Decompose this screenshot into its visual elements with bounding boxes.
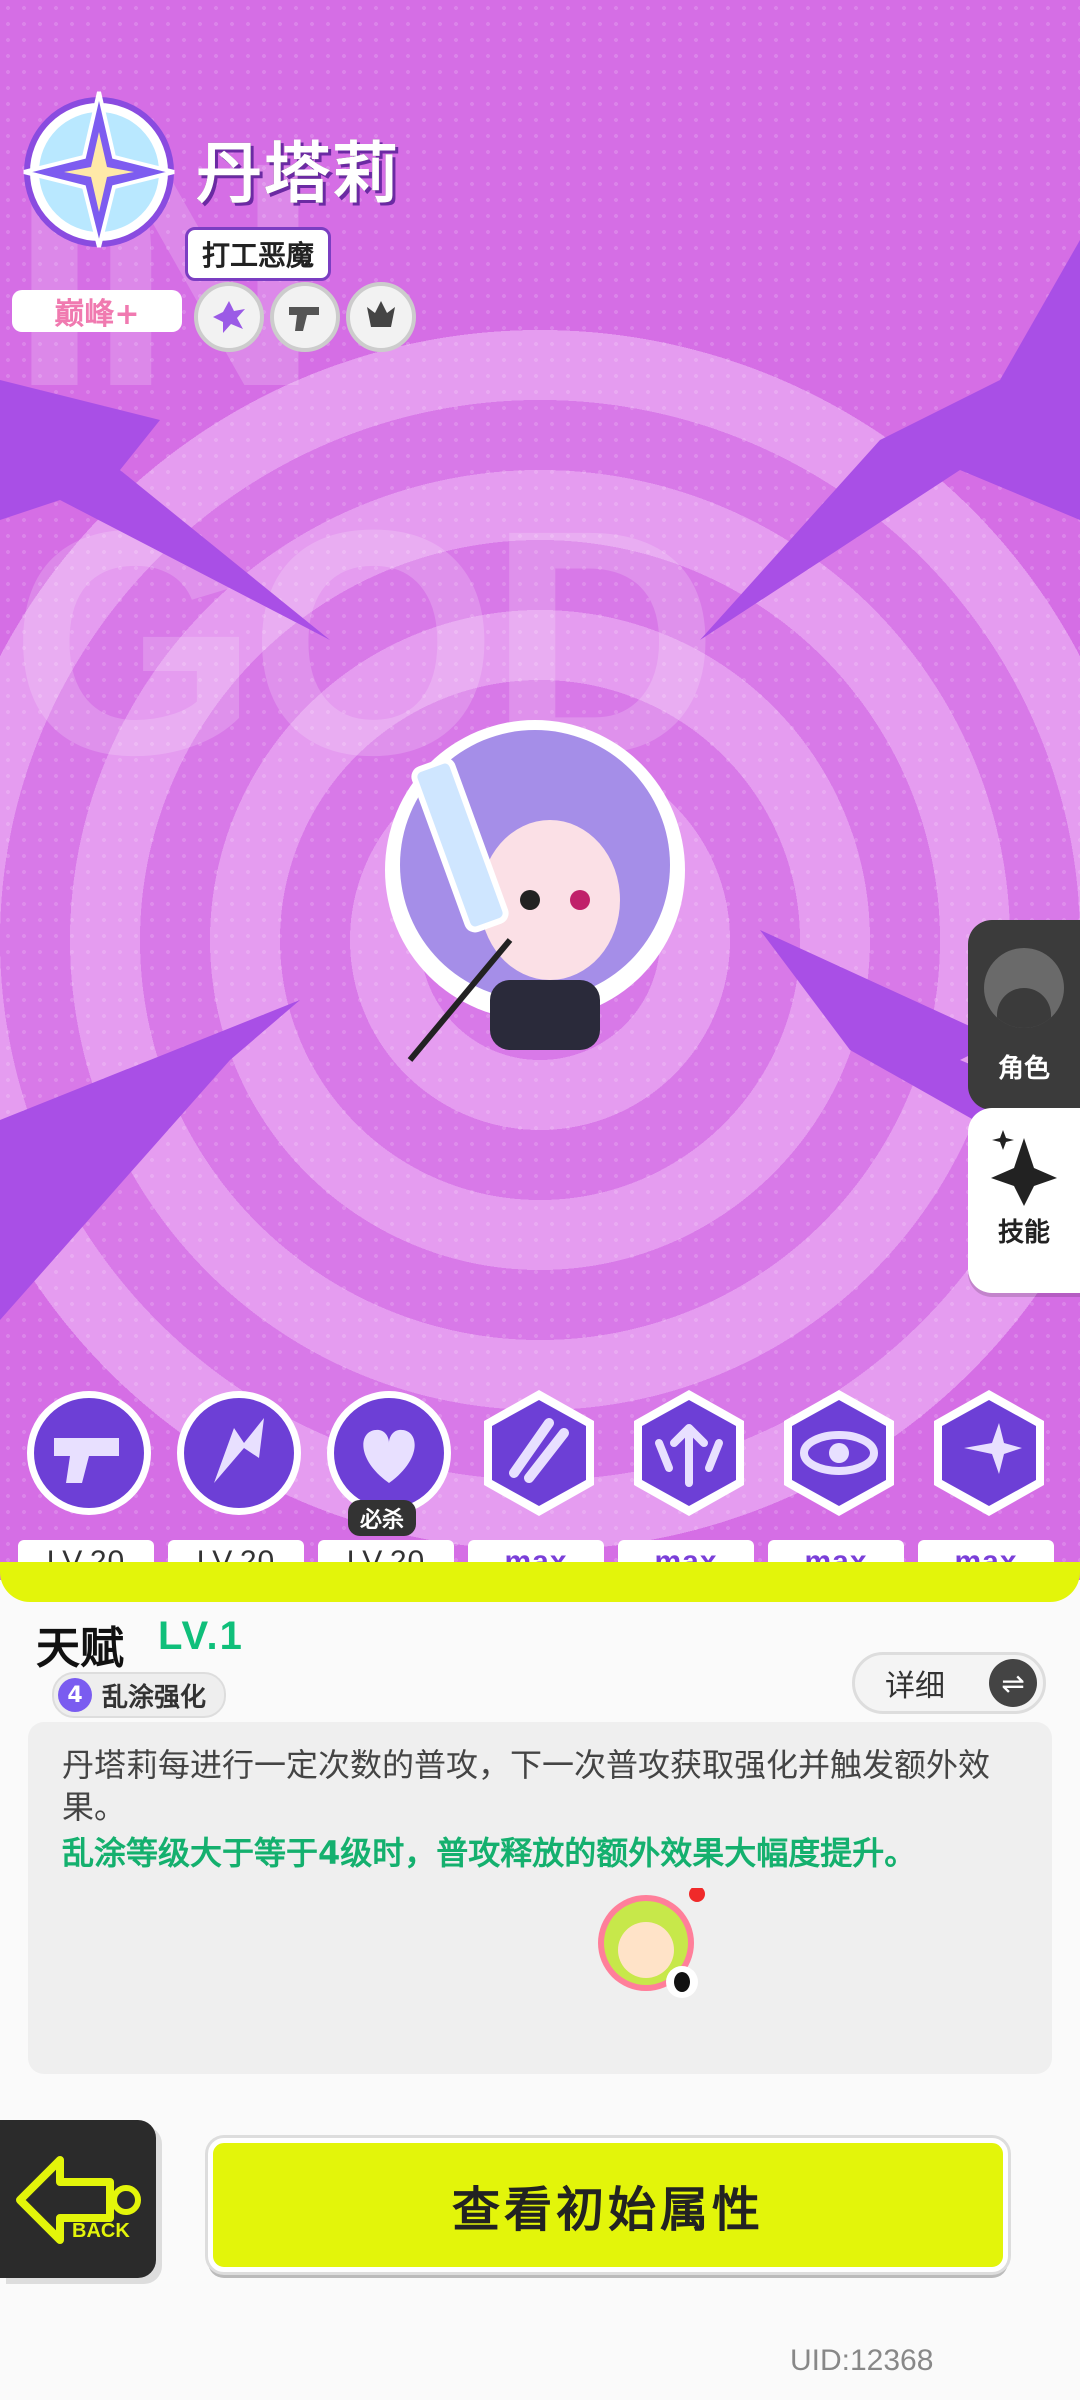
flame-icon[interactable] [346,282,416,352]
splat-icon[interactable] [194,282,264,352]
talent-highlight: 乱涂等级大于等于4级时，普攻释放的额外效果大幅度提升。 [62,1834,917,1872]
heart-skill-icon[interactable] [324,1388,454,1518]
arrows-skill-icon[interactable] [624,1388,754,1518]
character-sprite [385,720,685,1062]
star-skill-icon[interactable] [924,1388,1054,1518]
pistol-skill-icon[interactable] [24,1388,154,1518]
tab-skill[interactable]: 技能 [968,1108,1080,1293]
person-icon [984,948,1064,1028]
swirl-skill-icon[interactable] [774,1388,904,1518]
view-initial-stats-button[interactable]: 查看初始属性 [208,2138,1008,2272]
slime-divider [0,1562,1080,1602]
back-button[interactable]: BACK [0,2120,156,2278]
special-skill-badge: 必杀 [348,1500,417,1536]
talent-description: 丹塔莉每进行一定次数的普攻，下一次普攻获取强化并触发额外效果。 [62,1746,991,1826]
star-emblem-icon [23,91,175,248]
talent-title: 天赋 [36,1623,124,1674]
rank-badge: 巅峰+ [12,290,182,332]
skill-icons-row [18,1388,1080,1518]
rune-pill[interactable]: 4 乱涂强化 [52,1672,227,1718]
uid-text: UID:12368 [790,2344,934,2377]
sparkle-icon [991,1130,1057,1206]
character-subtitle: 打工恶魔 [185,227,332,281]
swap-icon: ⇌ [989,1659,1037,1707]
back-arrow-icon [16,2156,141,2244]
tab-role-label: 角色 [997,1054,1050,1084]
floating-avatar[interactable] [596,1888,706,1998]
slash-skill-icon[interactable] [474,1388,604,1518]
back-label: BACK [72,2220,130,2242]
rune-number: 4 [58,1678,92,1712]
talent-level: LV.1 [158,1614,244,1658]
detail-label: 详细 [885,1669,945,1704]
tab-role[interactable]: 角色 [968,920,1080,1110]
rune-name: 乱涂强化 [102,1682,207,1713]
gun-icon[interactable] [270,282,340,352]
detail-button[interactable]: 详细 ⇌ [852,1652,1046,1714]
character-name: 丹塔莉 [196,135,400,212]
tab-skill-label: 技能 [997,1218,1050,1248]
wing-skill-icon[interactable] [174,1388,304,1518]
